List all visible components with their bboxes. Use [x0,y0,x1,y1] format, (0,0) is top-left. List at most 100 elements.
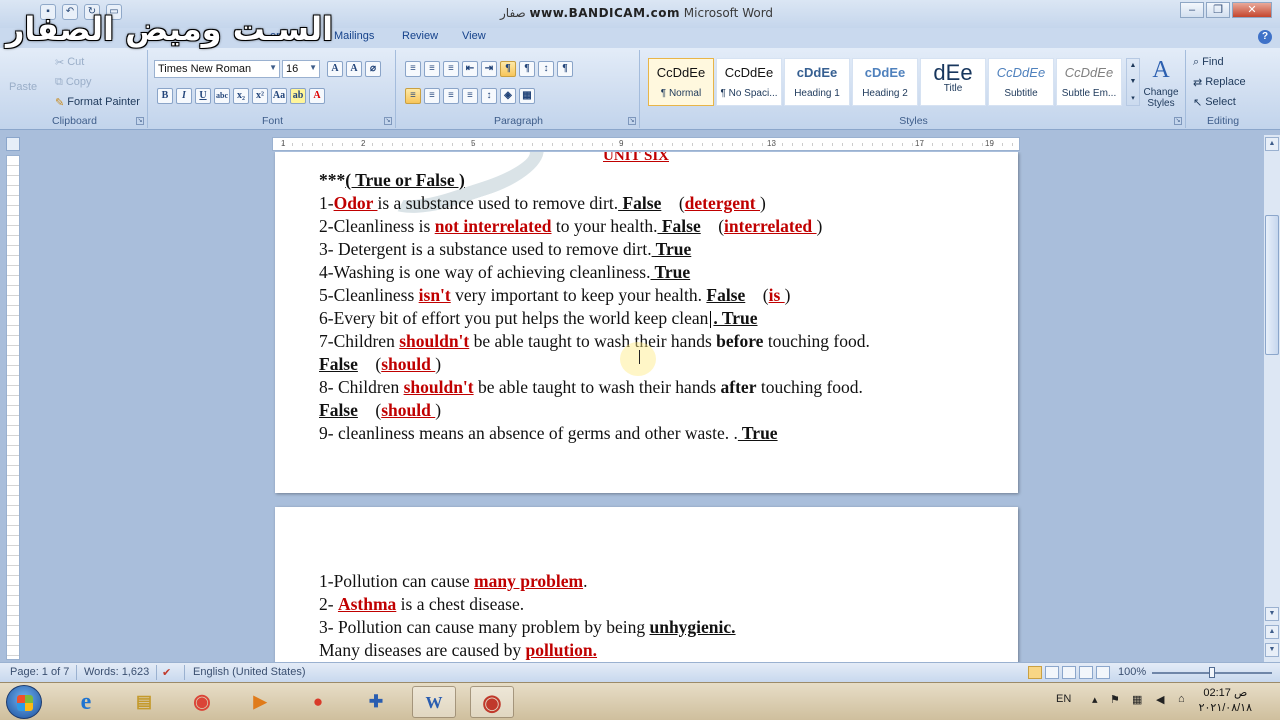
font-color-icon[interactable]: A [309,88,325,104]
clipboard-group-label: Clipboard [52,115,97,127]
chevron-up-icon[interactable]: ▲ [1130,62,1137,69]
restore-button[interactable]: ❐ [1206,2,1230,18]
strikethrough-icon[interactable]: abc [214,88,230,104]
vertical-ruler[interactable] [6,155,20,660]
web-layout-icon[interactable] [1062,666,1076,679]
ruler-toggle[interactable] [6,137,20,151]
document-area[interactable]: UNIT SIX ***( True or False ) 1-Odor is … [22,152,1262,662]
align-left-icon[interactable]: ≡ [405,88,421,104]
superscript-icon[interactable]: x² [252,88,268,104]
recorder-app-icon[interactable]: ● [296,686,340,718]
line-spacing-icon[interactable]: ↕ [481,88,497,104]
cut-button[interactable]: ✂ Cut [52,52,87,72]
help-icon[interactable]: ? [1258,30,1272,44]
font-name-combo[interactable]: Times New Roman ▼ [154,60,280,78]
print-layout-view-icon[interactable] [1028,666,1042,679]
tab-mailings[interactable]: Mailings [334,30,374,42]
format-painter-button[interactable]: ✎ Format Painter [52,92,143,112]
q-num: 2- [319,594,338,614]
style-heading-2[interactable]: cDdEe Heading 2 [852,58,918,106]
find-button[interactable]: ⌕ Find [1190,52,1227,72]
select-button[interactable]: ↖ Select [1190,92,1239,112]
bandicam-taskbar-icon[interactable]: ◉ [470,686,514,718]
chevron-down-icon[interactable]: ▼ [1130,78,1137,85]
bold-icon[interactable]: B [157,88,173,104]
start-button[interactable] [6,685,42,719]
internet-explorer-icon[interactable]: e [64,686,108,718]
underline-icon[interactable]: U [195,88,211,104]
align-right-icon[interactable]: ≡ [443,88,459,104]
word-count[interactable]: Words: 1,623 [84,666,149,678]
full-screen-reading-icon[interactable] [1045,666,1059,679]
justify-icon[interactable]: ≡ [462,88,478,104]
highlight-icon[interactable]: ab [290,88,306,104]
file-explorer-icon[interactable]: ▤ [122,686,166,718]
minimize-button[interactable]: – [1180,2,1204,18]
zoom-slider-thumb[interactable] [1209,667,1215,678]
draft-view-icon[interactable] [1096,666,1110,679]
copy-button[interactable]: ⧉ Copy [52,72,95,92]
more-icon[interactable]: ▾ [1131,94,1135,102]
bullets-icon[interactable]: ≡ [405,61,421,77]
proofing-icon[interactable]: ✔ [162,666,171,679]
chrome-icon[interactable]: ◉ [180,686,224,718]
change-styles-button[interactable]: A Change Styles [1138,56,1184,114]
align-center-icon[interactable]: ≡ [424,88,440,104]
vertical-scrollbar[interactable]: ▲ ▼ ▲ ▼ [1263,135,1280,662]
outline-view-icon[interactable] [1079,666,1093,679]
page-1[interactable]: UNIT SIX ***( True or False ) 1-Odor is … [275,152,1018,493]
sort-icon[interactable]: ↕ [538,61,554,77]
change-case-icon[interactable]: Aa [271,88,287,104]
volume-icon[interactable]: ◀ [1156,693,1164,706]
style-title[interactable]: dEe Title [920,58,986,106]
ltr-icon[interactable]: ¶ [519,61,535,77]
scroll-down-icon[interactable]: ▼ [1265,607,1279,621]
close-button[interactable]: ✕ [1232,2,1272,18]
decrease-indent-icon[interactable]: ⇤ [462,61,478,77]
tray-app-icon[interactable]: ⌂ [1178,693,1185,705]
next-page-icon[interactable]: ▼ [1265,643,1279,657]
grow-font-icon[interactable]: A [327,61,343,77]
horizontal-ruler[interactable]: 1 2 5 9 13 17 19 [272,137,1020,151]
shading-icon[interactable]: ◈ [500,88,516,104]
tab-view[interactable]: View [462,30,486,42]
page-2[interactable]: 1-Pollution can cause many problem. 2- A… [275,507,1018,662]
tab-review[interactable]: Review [402,30,438,42]
italic-icon[interactable]: I [176,88,192,104]
scroll-up-icon[interactable]: ▲ [1265,137,1279,151]
style-subtitle[interactable]: CcDdEe Subtitle [988,58,1054,106]
style-heading-1[interactable]: cDdEe Heading 1 [784,58,850,106]
paste-button[interactable]: Paste [6,80,40,94]
clipboard-launcher-icon[interactable]: ↘ [136,117,144,125]
borders-icon[interactable]: ▦ [519,88,535,104]
styles-launcher-icon[interactable]: ↘ [1174,117,1182,125]
zoom-level[interactable]: 100% [1118,666,1146,678]
style-subtle-emphasis[interactable]: CcDdEe Subtle Em... [1056,58,1122,106]
font-size-combo[interactable]: 16 ▼ [282,60,320,78]
page-count[interactable]: Page: 1 of 7 [10,666,69,678]
scroll-thumb[interactable] [1265,215,1279,355]
replace-button[interactable]: ⇄ Replace [1190,72,1249,92]
network-icon[interactable]: ▦ [1132,693,1142,706]
rtl-icon[interactable]: ¶ [500,61,516,77]
style-no-spacing[interactable]: CcDdEe ¶ No Spaci... [716,58,782,106]
word-taskbar-icon[interactable]: W [412,686,456,718]
prev-page-icon[interactable]: ▲ [1265,625,1279,639]
tools-icon[interactable]: ✚ [354,686,398,718]
font-launcher-icon[interactable]: ↘ [384,117,392,125]
paragraph-launcher-icon[interactable]: ↘ [628,117,636,125]
tray-arrow-icon[interactable]: ▴ [1092,693,1098,706]
language[interactable]: English (United States) [193,666,306,678]
shrink-font-icon[interactable]: A [346,61,362,77]
multilevel-list-icon[interactable]: ≡ [443,61,459,77]
clear-format-icon[interactable]: ⌀ [365,61,381,77]
input-language[interactable]: EN [1056,693,1071,705]
subscript-icon[interactable]: x₂ [233,88,249,104]
system-clock[interactable]: 02:17 ص ٢٠٢١/٠٨/١٨ [1199,686,1252,716]
numbering-icon[interactable]: ≡ [424,61,440,77]
media-player-icon[interactable]: ▶ [238,686,282,718]
style-normal[interactable]: CcDdEe ¶ Normal [648,58,714,106]
show-marks-icon[interactable]: ¶ [557,61,573,77]
flag-icon[interactable]: ⚑ [1110,693,1120,706]
increase-indent-icon[interactable]: ⇥ [481,61,497,77]
